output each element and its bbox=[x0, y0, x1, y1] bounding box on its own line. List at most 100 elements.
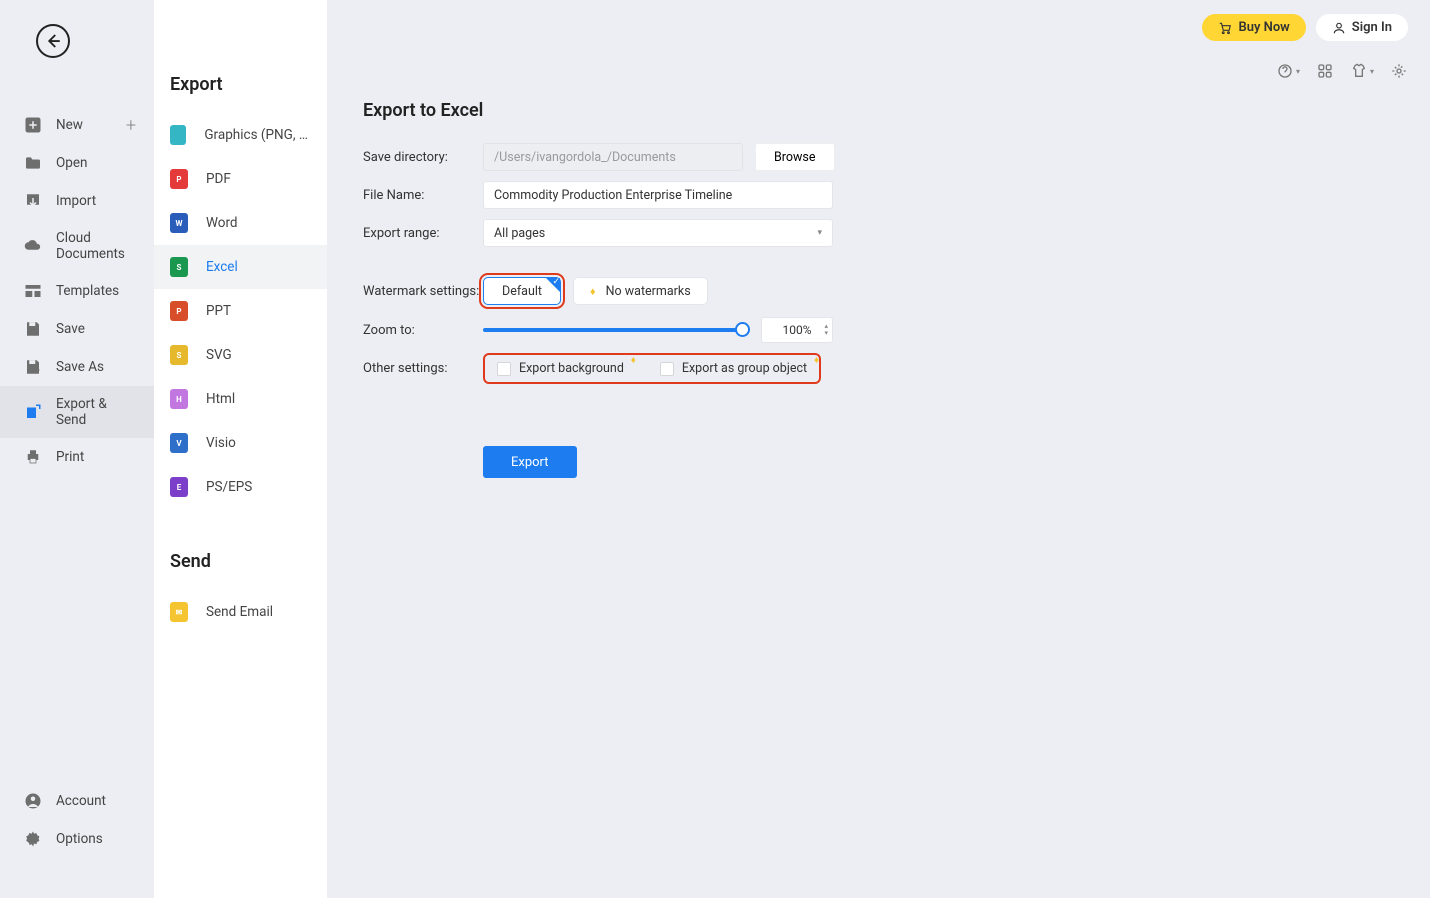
save-icon bbox=[24, 320, 42, 338]
format-label: PPT bbox=[206, 303, 231, 319]
send-label: Send Email bbox=[206, 604, 273, 620]
html-file-icon: H bbox=[170, 389, 188, 409]
sidebar-item-options[interactable]: Options bbox=[0, 820, 154, 858]
back-button[interactable] bbox=[36, 24, 70, 58]
export-background-checkbox[interactable]: Export background ♦ bbox=[497, 361, 624, 376]
pdf-file-icon: P bbox=[170, 169, 188, 189]
sidebar-item-cloud-documents[interactable]: Cloud Documents bbox=[0, 220, 154, 272]
main-content: Buy Now Sign In ▾ ▾ Export to Excel Save… bbox=[327, 0, 1430, 898]
sidebar-item-label: Cloud Documents bbox=[56, 230, 130, 262]
buy-now-label: Buy Now bbox=[1238, 20, 1289, 35]
chevron-down-icon: ▾ bbox=[1296, 67, 1300, 76]
watermark-label: Watermark settings: bbox=[363, 284, 483, 299]
watermark-default-label: Default bbox=[502, 284, 542, 299]
save-directory-input[interactable]: /Users/ivangordola_/Documents bbox=[483, 143, 743, 171]
arrow-left-icon bbox=[44, 32, 62, 50]
help-menu[interactable]: ▾ bbox=[1276, 62, 1300, 80]
export-range-select[interactable]: All pages ▾ bbox=[483, 219, 833, 247]
sidebar-item-save-as[interactable]: Save As bbox=[0, 348, 154, 386]
sidebar-item-save[interactable]: Save bbox=[0, 310, 154, 348]
slider-thumb[interactable] bbox=[735, 322, 750, 337]
topbar: Buy Now Sign In bbox=[1202, 14, 1408, 41]
cloud-icon bbox=[24, 237, 42, 255]
sidebar-item-print[interactable]: Print bbox=[0, 438, 154, 476]
checkbox-icon[interactable] bbox=[497, 362, 511, 376]
format-visio[interactable]: VVisio bbox=[154, 421, 327, 465]
chevron-down-icon: ▾ bbox=[817, 228, 822, 238]
sidebar-item-label: Save bbox=[56, 321, 85, 337]
zoom-value-stepper[interactable]: 100% ▴▾ bbox=[761, 317, 833, 343]
zoom-value: 100% bbox=[782, 323, 811, 337]
printer-icon bbox=[24, 448, 42, 466]
send-email[interactable]: ✉Send Email bbox=[154, 590, 327, 634]
export-heading: Export bbox=[154, 74, 327, 113]
filename-input[interactable] bbox=[483, 181, 833, 209]
sidebar-item-label: Account bbox=[56, 793, 106, 809]
plus-square-icon bbox=[24, 116, 42, 134]
format-label: Graphics (PNG, JP… bbox=[204, 127, 311, 143]
keyboard-icon[interactable] bbox=[1316, 62, 1334, 80]
diamond-icon: ♦ bbox=[590, 285, 596, 298]
import-icon bbox=[24, 192, 42, 210]
user-icon bbox=[1332, 21, 1346, 35]
excel-file-icon: S bbox=[170, 257, 188, 277]
watermark-none-label: No watermarks bbox=[606, 284, 691, 299]
sidebar-item-account[interactable]: Account bbox=[0, 782, 154, 820]
filename-label: File Name: bbox=[363, 188, 483, 203]
export-group-object-checkbox[interactable]: Export as group object ♦ bbox=[660, 361, 807, 376]
browse-button[interactable]: Browse bbox=[755, 143, 835, 171]
plus-icon[interactable]: + bbox=[126, 115, 136, 136]
send-heading: Send bbox=[154, 509, 327, 590]
format-html[interactable]: HHtml bbox=[154, 377, 327, 421]
sidebar-item-label: New bbox=[56, 117, 83, 133]
zoom-slider[interactable] bbox=[483, 328, 743, 332]
format-pseps[interactable]: EPS/EPS bbox=[154, 465, 327, 509]
format-pdf[interactable]: P PDF bbox=[154, 157, 327, 201]
format-label: Excel bbox=[206, 259, 238, 275]
sidebar-item-label: Import bbox=[56, 193, 96, 209]
sidebar-item-label: Options bbox=[56, 831, 103, 847]
watermark-none-option[interactable]: ♦ No watermarks bbox=[573, 277, 708, 305]
export-format-panel: Export Graphics (PNG, JP… P PDF WWord S Ex… bbox=[154, 0, 327, 898]
buy-now-button[interactable]: Buy Now bbox=[1202, 14, 1305, 41]
save-as-icon bbox=[24, 358, 42, 376]
format-ppt[interactable]: P PPT bbox=[154, 289, 327, 333]
diamond-icon: ♦ bbox=[814, 355, 819, 366]
svg-file-icon: S bbox=[170, 345, 188, 365]
format-graphics[interactable]: Graphics (PNG, JP… bbox=[154, 113, 327, 157]
export-background-label: Export background bbox=[519, 361, 624, 376]
stepper-buttons[interactable]: ▴▾ bbox=[824, 323, 828, 337]
export-icon bbox=[24, 403, 42, 421]
page-title: Export to Excel bbox=[363, 100, 1083, 121]
chevron-down-icon: ▾ bbox=[1370, 67, 1374, 76]
check-icon: ✓ bbox=[552, 277, 560, 287]
sidebar-item-export-send[interactable]: Export & Send bbox=[0, 386, 154, 438]
other-settings-group: Export background ♦ Export as group obje… bbox=[483, 353, 821, 384]
export-range-value: All pages bbox=[494, 226, 545, 241]
export-button[interactable]: Export bbox=[483, 446, 577, 478]
format-label: SVG bbox=[206, 347, 232, 363]
export-group-label: Export as group object bbox=[682, 361, 807, 376]
ppt-file-icon: P bbox=[170, 301, 188, 321]
sidebar-item-open[interactable]: Open bbox=[0, 144, 154, 182]
format-label: Word bbox=[206, 215, 238, 231]
sidebar-item-label: Export & Send bbox=[56, 396, 130, 428]
sidebar-item-import[interactable]: Import bbox=[0, 182, 154, 220]
sign-in-button[interactable]: Sign In bbox=[1316, 14, 1408, 41]
format-label: PDF bbox=[206, 171, 231, 187]
user-circle-icon bbox=[24, 792, 42, 810]
gear-icon bbox=[24, 830, 42, 848]
watermark-default-option[interactable]: Default ✓ bbox=[483, 277, 561, 305]
format-excel[interactable]: S Excel bbox=[154, 245, 327, 289]
format-svg[interactable]: S SVG bbox=[154, 333, 327, 377]
sidebar-item-label: Print bbox=[56, 449, 84, 465]
sidebar-item-new[interactable]: New + bbox=[0, 106, 154, 144]
save-directory-label: Save directory: bbox=[363, 150, 483, 165]
toolbar-icons: ▾ ▾ bbox=[1276, 62, 1408, 80]
settings-icon[interactable] bbox=[1390, 62, 1408, 80]
format-word[interactable]: WWord bbox=[154, 201, 327, 245]
other-settings-label: Other settings: bbox=[363, 361, 483, 376]
checkbox-icon[interactable] bbox=[660, 362, 674, 376]
sidebar-item-templates[interactable]: Templates bbox=[0, 272, 154, 310]
theme-menu[interactable]: ▾ bbox=[1350, 62, 1374, 80]
